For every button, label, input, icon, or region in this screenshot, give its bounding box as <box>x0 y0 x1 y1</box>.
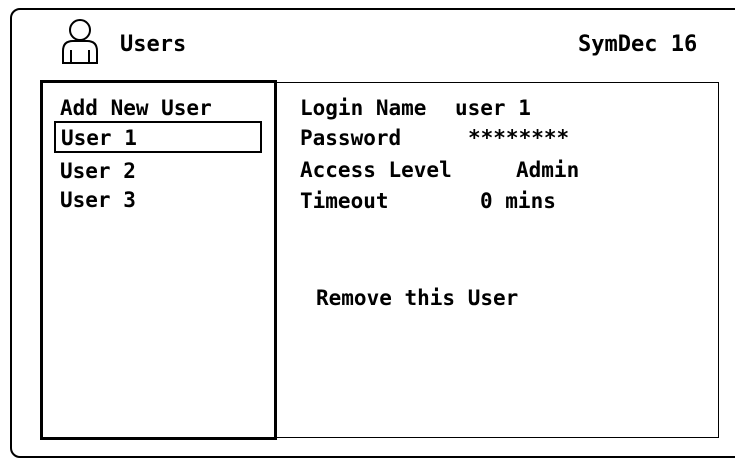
remove-user-button[interactable]: Remove this User <box>316 285 518 311</box>
page-title: Users <box>120 32 187 57</box>
sidebar-item-user-1[interactable]: User 1 <box>54 121 262 153</box>
sidebar-item-user-3[interactable]: User 3 <box>60 187 136 213</box>
login-name-label: Login Name <box>300 96 427 120</box>
password-value[interactable]: ******** <box>468 125 569 151</box>
timeout-value[interactable]: 0 mins <box>480 188 556 214</box>
sidebar-item-user-2[interactable]: User 2 <box>60 158 136 184</box>
timeout-label: Timeout <box>300 189 389 213</box>
access-level-label: Access Level <box>300 158 452 182</box>
user-icon <box>62 19 98 64</box>
sidebar-item-add-new-user[interactable]: Add New User <box>60 95 212 121</box>
header-status-text: SymDec 16 <box>578 32 698 57</box>
password-label: Password <box>300 126 402 150</box>
login-name-value[interactable]: user 1 <box>455 95 531 121</box>
access-level-value[interactable]: Admin <box>516 157 579 183</box>
